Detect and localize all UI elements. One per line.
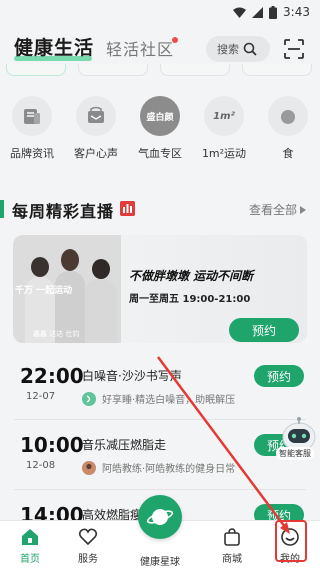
- divider: [14, 419, 306, 420]
- section-accent-bar: [0, 200, 4, 218]
- nav-home[interactable]: 首页: [6, 527, 54, 565]
- nav-service[interactable]: 服务: [64, 527, 112, 565]
- status-bar: 3:43: [0, 0, 320, 24]
- person-head: [31, 257, 49, 277]
- schedule-subtitle: 好享睡·精选白噪音，助眠解压: [82, 391, 235, 406]
- home-icon: [22, 529, 38, 545]
- person-head: [92, 259, 110, 279]
- category-label: 1m²运动: [201, 147, 247, 160]
- person-figure: [85, 279, 117, 343]
- sleep-avatar-icon: [82, 391, 96, 406]
- bottom-navigation: 首页 服务 健康星球 商城 我的: [0, 495, 320, 570]
- category-sport[interactable]: 1m² 1m²运动: [192, 96, 256, 164]
- category-food[interactable]: 食: [256, 96, 320, 164]
- nav-mall-label: 商城: [222, 554, 242, 565]
- nav-mine[interactable]: 我的: [266, 527, 314, 565]
- category-customer-voice[interactable]: 客户心声: [64, 96, 128, 164]
- qixue-icon: 盛白颜: [146, 112, 174, 123]
- nav-mall[interactable]: 商城: [208, 527, 256, 565]
- banner-reserve-button[interactable]: 预约: [229, 318, 299, 342]
- food-icon: [281, 110, 295, 124]
- chevron-right-icon: [300, 205, 306, 214]
- schedule-sub-text: 好享睡·精选白噪音，助眠解压: [102, 395, 236, 406]
- notification-dot: [172, 37, 178, 43]
- search-placeholder: 搜索: [217, 43, 239, 56]
- schedule-date: 12-07: [26, 391, 56, 402]
- nav-mine-label: 我的: [280, 554, 300, 565]
- battery-icon: [269, 5, 278, 19]
- status-time: 3:43: [283, 5, 310, 19]
- nav-planet-label: 健康星球: [140, 557, 180, 568]
- live-section-header: 每周精彩直播 查看全部: [0, 197, 320, 221]
- search-button[interactable]: 搜索: [206, 36, 270, 62]
- shopping-bag-icon: [224, 528, 240, 546]
- nav-home-label: 首页: [20, 554, 40, 565]
- banner-subtitle: 周一至周五 19:00-21:00: [129, 294, 251, 305]
- tab-social-community[interactable]: 轻活社区: [106, 36, 174, 60]
- wifi-icon: [233, 7, 247, 18]
- divider: [14, 489, 306, 490]
- live-icon: [120, 201, 135, 216]
- app-screen: 3:43 健康生活 轻活社区 搜索 品牌资讯 客户心声 盛白颜 气血专区 1m²…: [0, 0, 320, 570]
- category-label: 食: [282, 147, 294, 160]
- assistant-label: 智能客服: [276, 447, 314, 460]
- live-banner[interactable]: 千万 一起运动 鑫鑫 达达 仕钧 不做胖墩墩 运动不间断 周一至周五 19:00…: [13, 235, 307, 343]
- schedule-item[interactable]: 10:00 12-08 音乐减压燃脂走 阿皓教练·阿皓教练的健身日常 预约: [0, 433, 320, 491]
- scan-icon[interactable]: [282, 37, 306, 61]
- strip-tab: [6, 64, 66, 76]
- banner-photo-caption: 千万 一起运动: [15, 286, 73, 296]
- schedule-title: 白噪音·沙沙书写声: [82, 369, 182, 383]
- nav-service-label: 服务: [78, 554, 98, 565]
- cellular-icon: [252, 6, 264, 18]
- customer-voice-icon: [88, 106, 104, 123]
- schedule-subtitle: 阿皓教练·阿皓教练的健身日常: [82, 460, 235, 475]
- person-head: [61, 249, 79, 271]
- category-label: 品牌资讯: [10, 147, 54, 160]
- heart-service-icon: [78, 528, 98, 546]
- banner-photo: 千万 一起运动 鑫鑫 达达 仕钧: [13, 235, 121, 343]
- tab-health-life[interactable]: 健康生活: [14, 33, 94, 60]
- coach-avatar-icon: [82, 460, 96, 475]
- category-label: 客户心声: [74, 147, 118, 160]
- banner-title: 不做胖墩墩 运动不间断: [129, 269, 254, 283]
- schedule-date: 12-08: [26, 460, 56, 471]
- schedule-title: 音乐减压燃脂走: [82, 438, 167, 452]
- schedule-sub-text: 阿皓教练·阿皓教练的健身日常: [102, 464, 236, 475]
- see-all-link[interactable]: 查看全部: [249, 201, 306, 218]
- profile-icon: [281, 528, 299, 546]
- strip-tab: [160, 64, 230, 76]
- category-label: 气血专区: [138, 147, 182, 160]
- schedule-time: 22:00: [20, 364, 84, 388]
- category-qixue[interactable]: 盛白颜 气血专区: [128, 96, 192, 164]
- planet-icon: [146, 509, 174, 525]
- strip-tab: [78, 64, 148, 76]
- schedule-time: 10:00: [20, 433, 84, 457]
- reserve-button[interactable]: 预约: [254, 365, 304, 387]
- category-row: 品牌资讯 客户心声 盛白颜 气血专区 1m² 1m²运动 食: [0, 96, 320, 164]
- banner-strip: [0, 64, 320, 96]
- nav-planet-button[interactable]: [138, 495, 182, 539]
- brand-news-icon: [24, 109, 40, 124]
- strip-tab: [242, 64, 312, 76]
- schedule-item[interactable]: 22:00 12-07 白噪音·沙沙书写声 好享睡·精选白噪音，助眠解压 预约: [0, 364, 320, 422]
- search-icon: [243, 42, 257, 56]
- category-brand-news[interactable]: 品牌资讯: [0, 96, 64, 164]
- see-all-label: 查看全部: [248, 203, 297, 217]
- sport-icon: 1m²: [213, 110, 235, 122]
- section-title: 每周精彩直播: [12, 202, 115, 221]
- banner-photo-names: 鑫鑫 达达 仕钧: [33, 330, 80, 338]
